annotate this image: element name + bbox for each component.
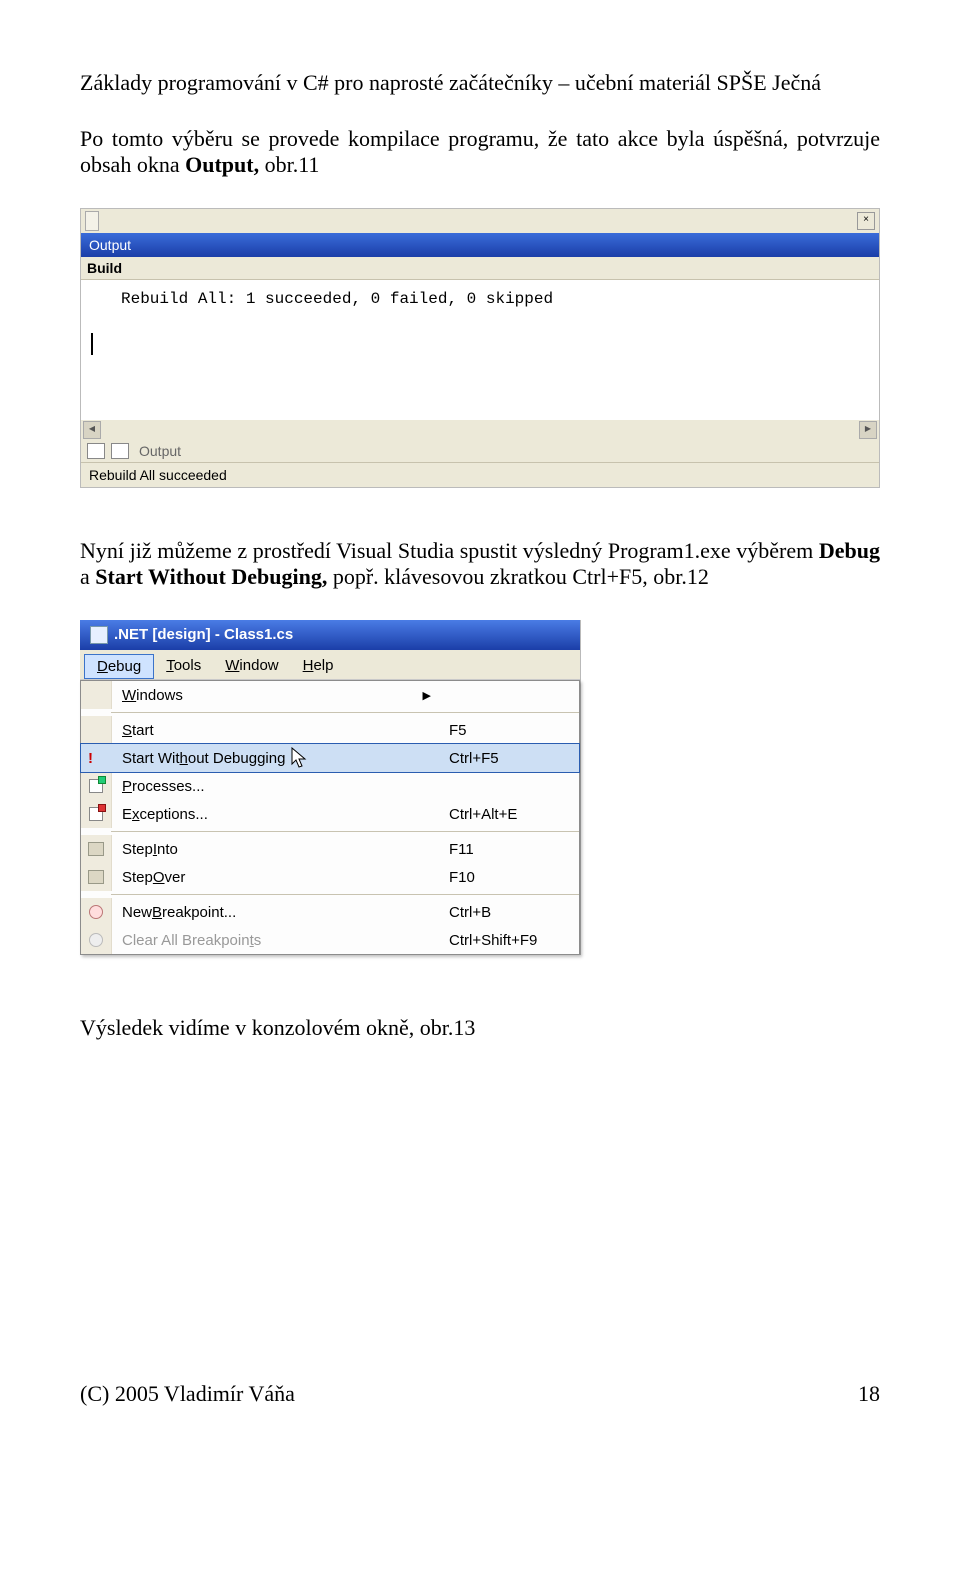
menu-item-step-over[interactable]: Step Over F10 — [81, 863, 579, 891]
menu-item-windows[interactable]: Windows▶ — [81, 681, 579, 709]
play-icon — [88, 722, 104, 738]
output-console: Rebuild All: 1 succeeded, 0 failed, 0 sk… — [81, 280, 879, 420]
menu-item-new-breakpoint[interactable]: New Breakpoint... Ctrl+B — [81, 898, 579, 926]
menu-tools[interactable]: Tools — [154, 654, 213, 679]
window-title-text: .NET [design] - Class1.cs — [114, 626, 293, 643]
text-cursor — [91, 333, 93, 355]
menu-item-start-without-debugging[interactable]: ! Start Without Debugging Ctrl+F5 — [80, 743, 580, 773]
bottom-tab-label[interactable]: Output — [135, 443, 185, 459]
menu-item-processes[interactable]: Processes... — [81, 772, 579, 800]
shortcut-start: F5 — [449, 722, 579, 739]
menu-item-start[interactable]: Start F5 — [81, 716, 579, 744]
shortcut-exc: Ctrl+Alt+E — [449, 806, 579, 823]
shortcut-into: F11 — [449, 841, 579, 858]
para1-text-b: Output, — [185, 152, 264, 177]
exclaim-icon: ! — [88, 750, 104, 766]
menu-debug[interactable]: Debug — [84, 654, 154, 679]
para2-text-e: popř. klávesovou zkratkou Ctrl+F5, obr.1… — [333, 564, 709, 589]
status-bar: Rebuild All succeeded — [81, 462, 879, 487]
blank-icon — [88, 687, 104, 703]
paragraph-1: Po tomto výběru se provede kompilace pro… — [80, 126, 880, 178]
close-icon[interactable]: × — [857, 212, 875, 230]
step-into-icon — [88, 842, 104, 856]
bottom-tabs: Output — [81, 440, 879, 462]
csharp-icon — [90, 626, 108, 644]
window-title: .NET [design] - Class1.cs — [80, 620, 580, 650]
para1-text-c: obr.11 — [265, 152, 320, 177]
menu-item-step-into[interactable]: Step Into F11 — [81, 835, 579, 863]
chevron-right-icon: ▶ — [423, 689, 431, 702]
toolbar-top: × — [81, 209, 879, 233]
toolbar-combo[interactable] — [85, 211, 99, 231]
para2-text-d: Start Without Debuging, — [95, 564, 333, 589]
output-tab[interactable]: Output — [81, 233, 879, 257]
footer-left: (C) 2005 Vladimír Váňa — [80, 1381, 295, 1407]
debug-menu-screenshot: .NET [design] - Class1.cs Debug Tools Wi… — [80, 620, 581, 955]
output-tab-icon[interactable] — [111, 443, 129, 459]
mouse-cursor-icon — [291, 747, 309, 769]
console-text: Rebuild All: 1 succeeded, 0 failed, 0 sk… — [121, 290, 553, 308]
processes-icon — [89, 779, 103, 793]
menu-help[interactable]: Help — [291, 654, 346, 679]
paragraph-2: Nyní již můžeme z prostředí Visual Studi… — [80, 538, 880, 590]
shortcut-swd: Ctrl+F5 — [449, 750, 579, 767]
page-footer: (C) 2005 Vladimír Váňa 18 — [80, 1381, 880, 1407]
para2-text-a: Nyní již můžeme z prostředí Visual Studi… — [80, 538, 819, 563]
menu-window[interactable]: Window — [213, 654, 290, 679]
menu-debug-rest: ebug — [108, 658, 141, 675]
menubar: Debug Tools Window Help — [80, 650, 580, 680]
shortcut-cab: Ctrl+Shift+F9 — [449, 932, 579, 949]
breakpoint-icon — [89, 905, 103, 919]
para2-text-b: Debug — [819, 538, 880, 563]
scroll-right-icon[interactable]: ▶ — [859, 421, 877, 439]
page-header: Základy programování v C# pro naprosté z… — [80, 70, 880, 96]
output-window-screenshot: × Output Build Rebuild All: 1 succeeded,… — [80, 208, 880, 488]
exceptions-icon — [89, 807, 103, 821]
clear-breakpoints-icon — [89, 933, 103, 947]
tasklist-tab-icon[interactable] — [87, 443, 105, 459]
menu-item-clear-breakpoints: Clear All Breakpoints Ctrl+Shift+F9 — [81, 926, 579, 954]
menu-item-exceptions[interactable]: Exceptions... Ctrl+Alt+E — [81, 800, 579, 828]
scrollbar[interactable]: ◀ ▶ — [81, 420, 879, 440]
step-over-icon — [88, 870, 104, 884]
paragraph-3: Výsledek vidíme v konzolovém okně, obr.1… — [80, 1015, 880, 1041]
para2-text-c: a — [80, 564, 95, 589]
shortcut-over: F10 — [449, 869, 579, 886]
scroll-left-icon[interactable]: ◀ — [83, 421, 101, 439]
shortcut-nbp: Ctrl+B — [449, 904, 579, 921]
debug-dropdown: Windows▶ Start F5 ! Start Without Debugg… — [80, 680, 580, 955]
build-dropdown[interactable]: Build — [81, 257, 879, 280]
footer-page-number: 18 — [858, 1381, 880, 1407]
